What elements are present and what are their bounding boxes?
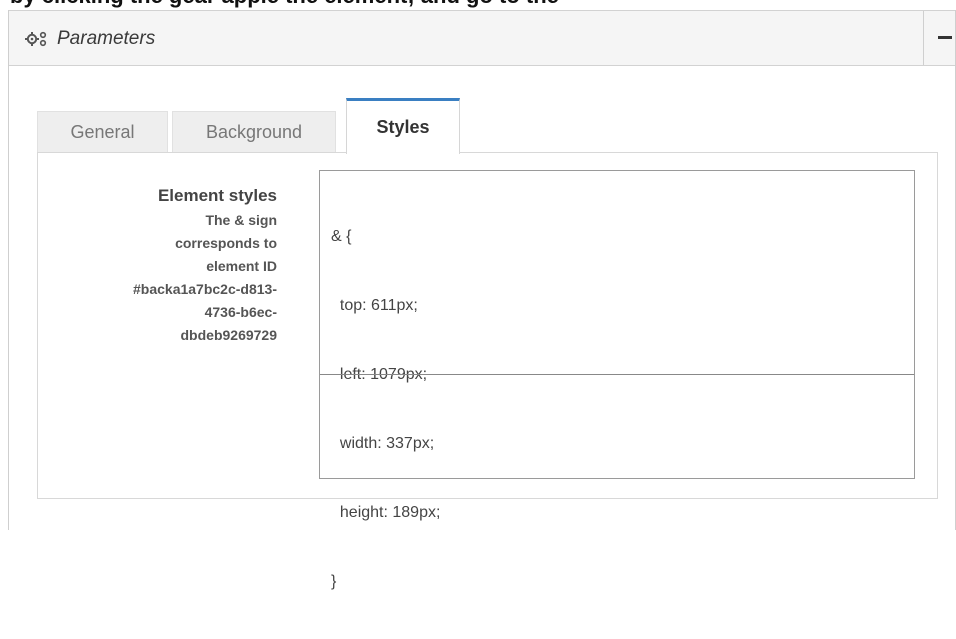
element-styles-label: Element styles <box>157 186 277 205</box>
editor-divider <box>320 374 914 375</box>
tab-background[interactable]: Background <box>172 111 336 153</box>
collapse-button[interactable] <box>923 11 955 65</box>
panel-header: Parameters <box>9 10 955 66</box>
minus-icon <box>938 36 952 39</box>
help-line: element ID <box>206 258 277 274</box>
code-line: } <box>331 573 337 590</box>
styles-code-editor[interactable]: & { top: 611px; left: 1079px; width: 337… <box>319 170 915 590</box>
tab-styles[interactable]: Styles <box>346 98 460 154</box>
help-line: #backa1a7bc2c-d813- <box>133 281 277 297</box>
help-line: dbdeb9269729 <box>180 327 278 343</box>
panel-title: Parameters <box>57 28 156 49</box>
code-lines: & { top: 611px; left: 1079px; width: 337… <box>331 179 440 639</box>
help-line: The & sign <box>205 212 277 228</box>
element-styles-help: The & sign corresponds to element ID #ba… <box>57 209 277 347</box>
code-line: top: 611px; <box>331 297 418 314</box>
tab-general[interactable]: General <box>37 111 168 153</box>
parameters-panel: Parameters General Background Styles Ele… <box>8 10 956 590</box>
styles-tab-content: Element styles The & sign corresponds to… <box>37 152 938 590</box>
clipped-instruction-text: by clicking the gear apple the element; … <box>10 0 559 8</box>
code-line: & { <box>331 228 352 245</box>
help-line: corresponds to <box>175 235 277 251</box>
code-line: width: 337px; <box>331 435 435 452</box>
code-line: height: 189px; <box>331 504 441 521</box>
gears-icon <box>25 31 47 47</box>
help-line: 4736-b6ec- <box>204 304 277 320</box>
